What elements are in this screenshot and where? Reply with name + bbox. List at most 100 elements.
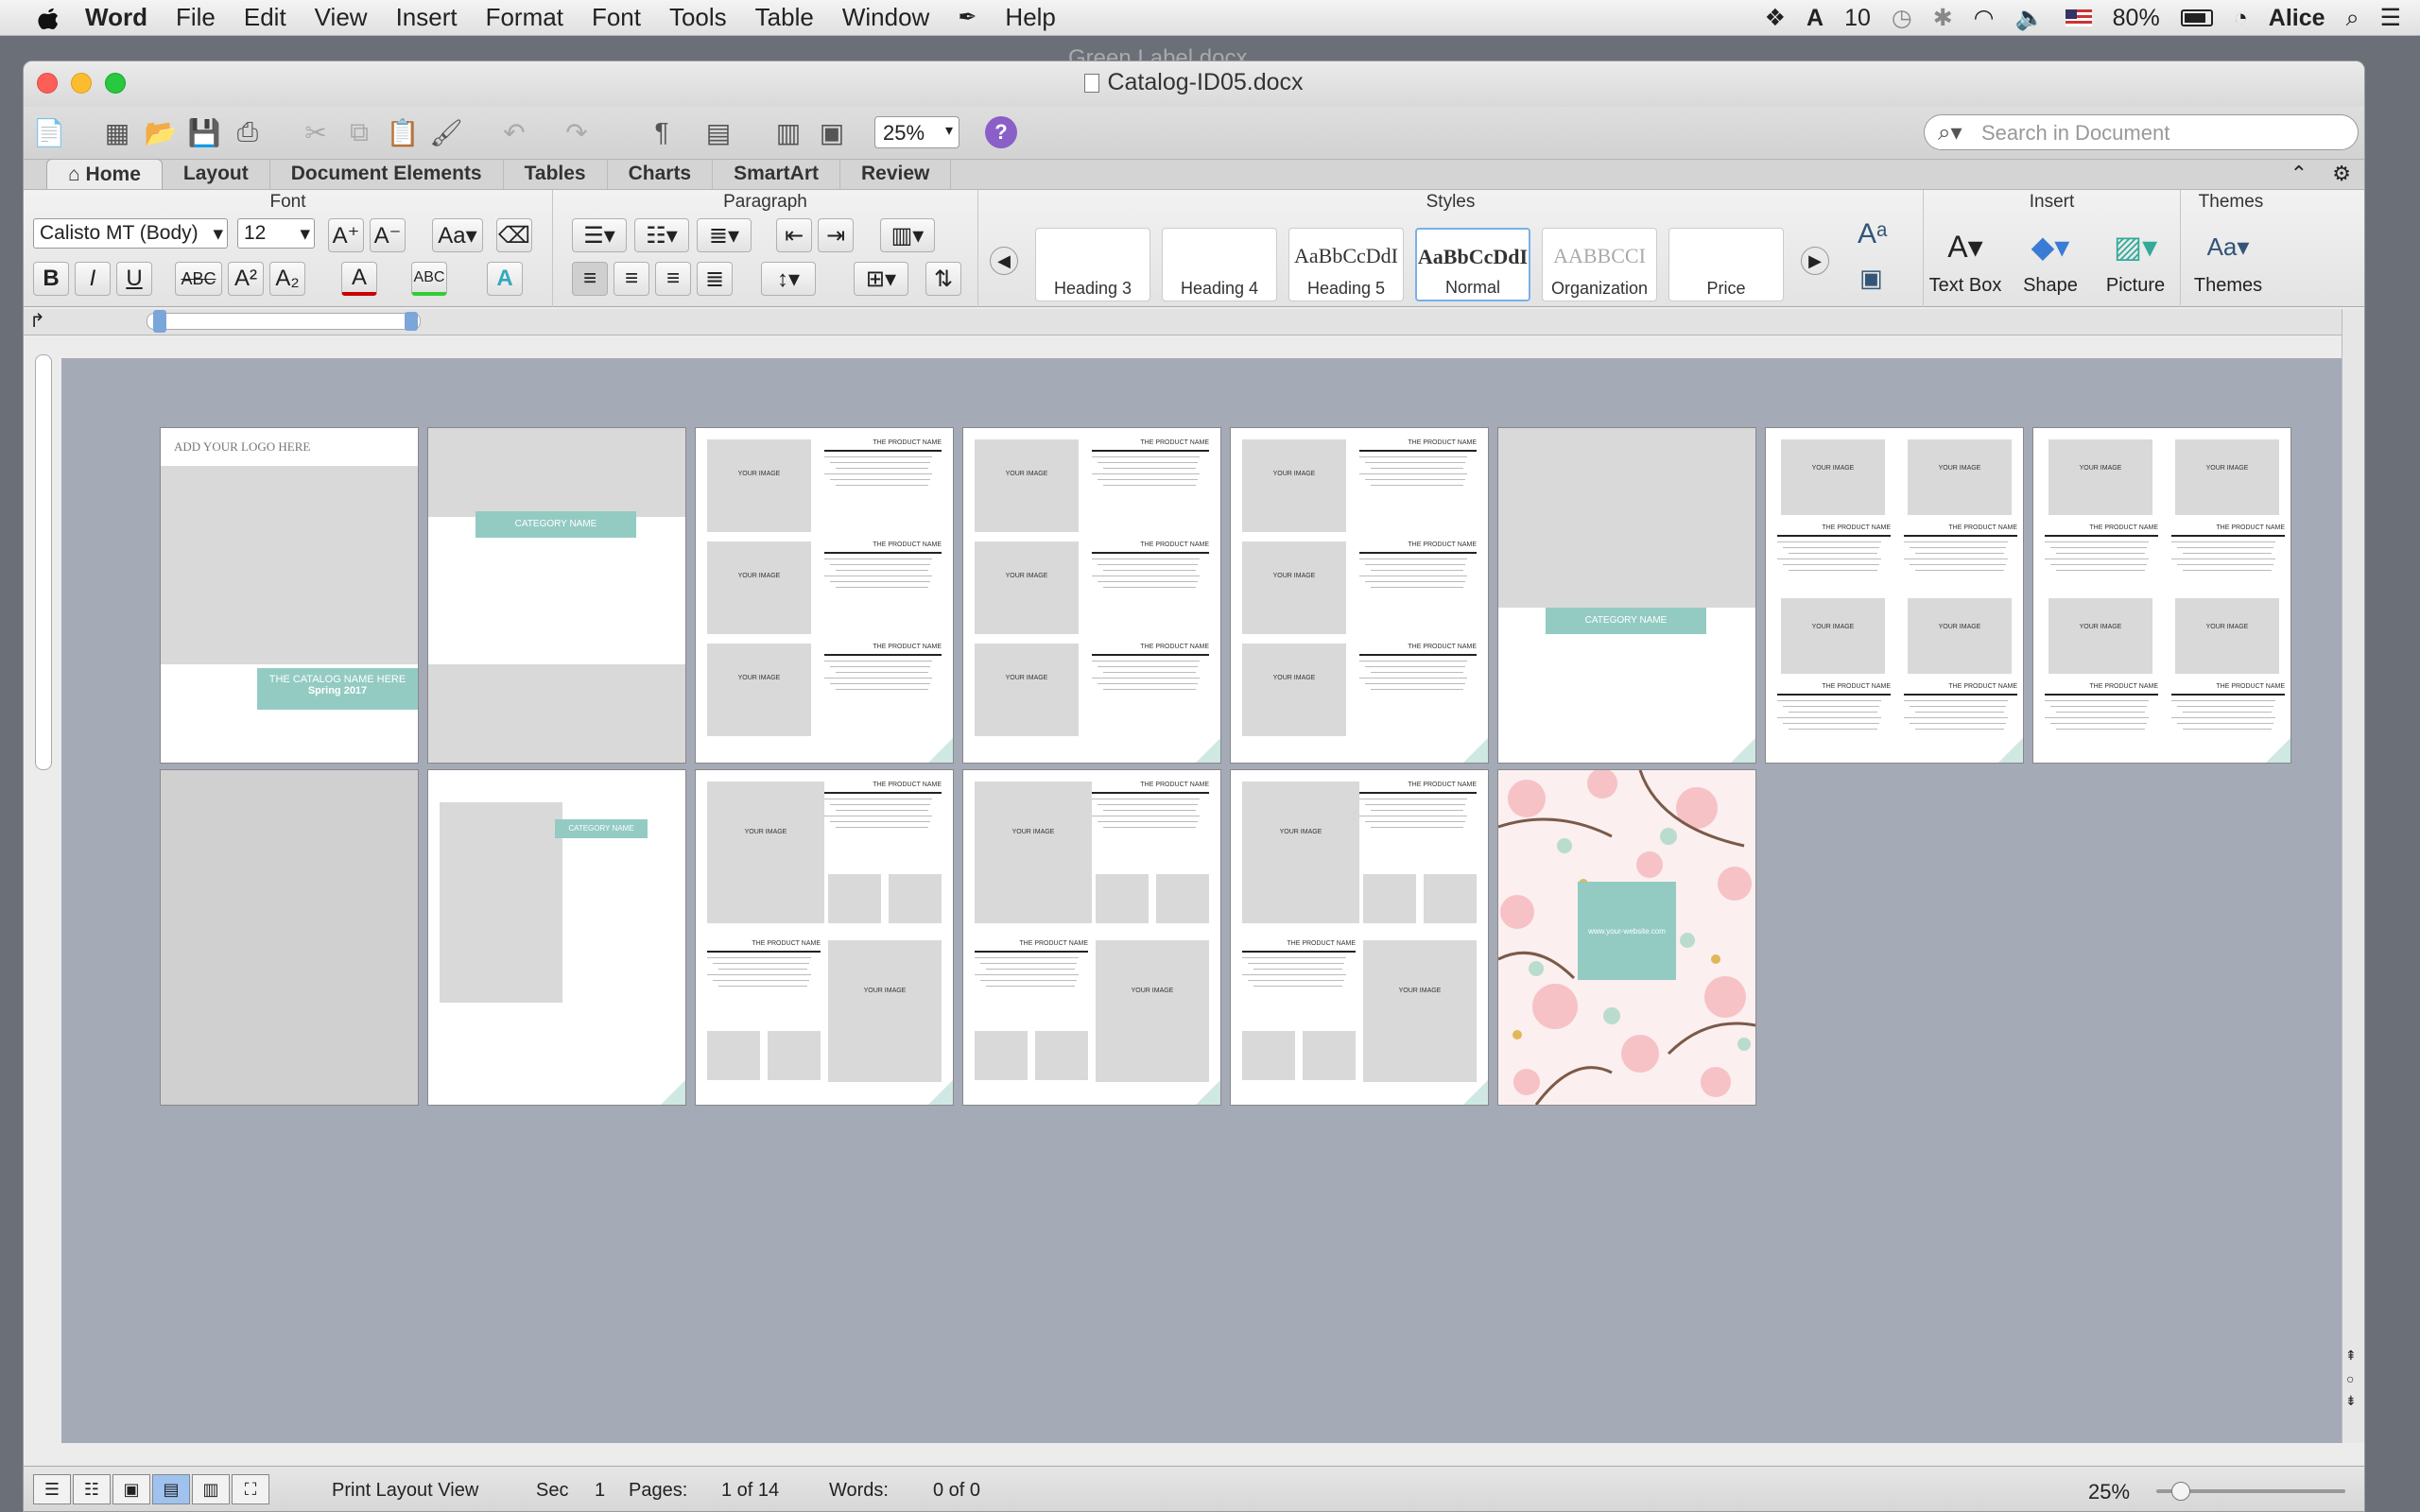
- menu-window[interactable]: Window: [842, 3, 929, 32]
- document-canvas[interactable]: ADD YOUR LOGO HERE THE CATALOG NAME HERE…: [61, 358, 2343, 1443]
- zoom-slider-thumb[interactable]: [2171, 1482, 2190, 1501]
- columns-button[interactable]: ▥▾: [880, 218, 935, 252]
- ribbon-settings-icon[interactable]: ⚙: [2332, 162, 2351, 186]
- justify-button[interactable]: ≣: [697, 262, 733, 296]
- outline-view-button[interactable]: ☷: [73, 1474, 111, 1504]
- style-heading-5[interactable]: AaBbCcDdI Heading 5: [1288, 228, 1404, 301]
- page-3-products[interactable]: YOUR IMAGE THE PRODUCT NAME YOUR IMAGE THE …: [696, 428, 953, 763]
- clear-formatting-button[interactable]: ⌫: [496, 218, 532, 252]
- style-heading-3[interactable]: Heading 3: [1035, 228, 1150, 301]
- page-8-product-grid[interactable]: YOUR IMAGE THE PRODUCT NAME YOUR IMAGE THE …: [2033, 428, 2290, 763]
- pilcrow-icon[interactable]: ¶: [644, 114, 680, 150]
- notebook-view-button[interactable]: ▥: [192, 1474, 230, 1504]
- font-size-select[interactable]: 12 ▾: [237, 218, 315, 249]
- tab-tables[interactable]: Tables: [504, 159, 608, 189]
- shrink-font-button[interactable]: A⁻: [370, 218, 406, 252]
- bluetooth-icon[interactable]: ✱: [1933, 4, 1953, 32]
- insert-picture-button[interactable]: ▨▾ Picture: [2098, 226, 2173, 297]
- indent-marker[interactable]: [153, 310, 166, 333]
- view-icon[interactable]: ▤: [700, 114, 736, 150]
- line-spacing-button[interactable]: ↕▾: [761, 262, 816, 296]
- page-12-products[interactable]: YOUR IMAGE THE PRODUCT NAME THE PRODUCT NA…: [963, 770, 1220, 1105]
- collapse-ribbon-icon[interactable]: ⌃: [2290, 162, 2308, 186]
- tab-review[interactable]: Review: [840, 159, 952, 189]
- battery-icon[interactable]: [2180, 9, 2213, 26]
- tab-selector-icon[interactable]: ↱: [29, 309, 45, 333]
- print-layout-view-button[interactable]: ▤: [152, 1474, 190, 1504]
- font-name-select[interactable]: Calisto MT (Body) ▾: [33, 218, 228, 249]
- page-14-back-cover[interactable]: www.your-website.com: [1498, 770, 1755, 1105]
- focus-view-button[interactable]: ⛶: [232, 1474, 269, 1504]
- media-browser-icon[interactable]: ▣: [814, 114, 850, 150]
- new-document-icon[interactable]: 📄: [31, 114, 67, 150]
- paste-icon[interactable]: 📋: [385, 114, 421, 150]
- underline-button[interactable]: U: [116, 262, 152, 296]
- style-heading-4[interactable]: Heading 4: [1162, 228, 1277, 301]
- decrease-indent-button[interactable]: ⇤: [776, 218, 812, 252]
- menu-font[interactable]: Font: [592, 3, 641, 32]
- publishing-view-button[interactable]: ▣: [112, 1474, 150, 1504]
- menu-help[interactable]: Help: [1005, 3, 1055, 32]
- page-13-products[interactable]: YOUR IMAGE THE PRODUCT NAME THE PRODUCT NA…: [1231, 770, 1488, 1105]
- page-4-products[interactable]: YOUR IMAGE THE PRODUCT NAME YOUR IMAGE THE …: [963, 428, 1220, 763]
- style-organization[interactable]: AABBCCI Organization: [1542, 228, 1657, 301]
- page-7-product-grid[interactable]: YOUR IMAGE THE PRODUCT NAME YOUR IMAGE THE …: [1766, 428, 2023, 763]
- tab-charts[interactable]: Charts: [608, 159, 714, 189]
- open-icon[interactable]: 📂: [143, 114, 179, 150]
- next-page-icon[interactable]: ⇟: [2345, 1393, 2357, 1409]
- apple-icon[interactable]: [34, 4, 62, 32]
- change-case-button[interactable]: Aa▾: [432, 218, 483, 252]
- subscript-button[interactable]: A₂: [269, 262, 305, 296]
- borders-button[interactable]: ⊞▾: [854, 262, 908, 296]
- help-button[interactable]: ?: [985, 116, 1017, 148]
- print-icon[interactable]: ⎙: [230, 114, 266, 150]
- page-6-category[interactable]: CATEGORY NAME: [1498, 428, 1755, 763]
- undo-icon[interactable]: ↶: [496, 114, 532, 150]
- sort-button[interactable]: ⇅: [925, 262, 961, 296]
- menu-table[interactable]: Table: [755, 3, 814, 32]
- insert-text-box-button[interactable]: A▾ Text Box: [1927, 226, 2003, 297]
- menu-tools[interactable]: Tools: [669, 3, 727, 32]
- format-painter-icon[interactable]: 🖌: [428, 114, 464, 150]
- menu-format[interactable]: Format: [486, 3, 563, 32]
- user-name[interactable]: Alice: [2269, 5, 2325, 32]
- clock-icon[interactable]: ◔: [2234, 5, 2248, 32]
- text-effects-button[interactable]: A: [487, 262, 523, 296]
- style-price[interactable]: Price: [1668, 228, 1784, 301]
- page-5-products[interactable]: YOUR IMAGE THE PRODUCT NAME YOUR IMAGE THE …: [1231, 428, 1488, 763]
- bullets-button[interactable]: ☰▾: [572, 218, 627, 252]
- templates-icon[interactable]: ▦: [99, 114, 135, 150]
- vertical-scrollbar[interactable]: ⇞ ○ ⇟: [2342, 309, 2364, 1443]
- insert-shape-button[interactable]: ◆▾ Shape: [2013, 226, 2088, 297]
- save-icon[interactable]: 💾: [186, 114, 222, 150]
- horizontal-ruler[interactable]: [147, 310, 421, 333]
- vertical-ruler[interactable]: [35, 354, 52, 770]
- dropbox-icon[interactable]: ❖: [1765, 4, 1786, 32]
- grow-font-button[interactable]: A⁺: [328, 218, 364, 252]
- styles-manage-icon[interactable]: ▣: [1859, 264, 1883, 293]
- increase-indent-button[interactable]: ⇥: [818, 218, 854, 252]
- volume-icon[interactable]: 🔈: [2015, 5, 2045, 32]
- app-menu-word[interactable]: Word: [85, 3, 147, 32]
- font-color-button[interactable]: A: [341, 262, 377, 296]
- align-right-button[interactable]: ≡: [655, 262, 691, 296]
- draft-view-button[interactable]: ☰: [33, 1474, 71, 1504]
- script-icon[interactable]: ✒: [958, 4, 977, 31]
- bold-button[interactable]: B: [33, 262, 69, 296]
- multilevel-list-button[interactable]: ≣▾: [697, 218, 752, 252]
- menu-insert[interactable]: Insert: [396, 3, 458, 32]
- tab-document-elements[interactable]: Document Elements: [270, 159, 504, 189]
- menu-file[interactable]: File: [176, 3, 216, 32]
- styles-pane-icon[interactable]: Aᵃ: [1858, 218, 1887, 250]
- prev-page-icon[interactable]: ⇞: [2345, 1348, 2357, 1364]
- zoom-select[interactable]: 25% ▾: [874, 116, 959, 148]
- time-machine-icon[interactable]: ◷: [1892, 4, 1912, 32]
- zoom-slider[interactable]: [2156, 1482, 2345, 1501]
- highlight-button[interactable]: ABC: [411, 262, 447, 296]
- menu-edit[interactable]: Edit: [244, 3, 286, 32]
- align-center-button[interactable]: ≡: [614, 262, 649, 296]
- browse-object-icon[interactable]: ○: [2346, 1371, 2354, 1386]
- spotlight-icon[interactable]: ⌕: [2346, 5, 2360, 32]
- tab-layout[interactable]: Layout: [163, 159, 270, 189]
- italic-button[interactable]: I: [75, 262, 111, 296]
